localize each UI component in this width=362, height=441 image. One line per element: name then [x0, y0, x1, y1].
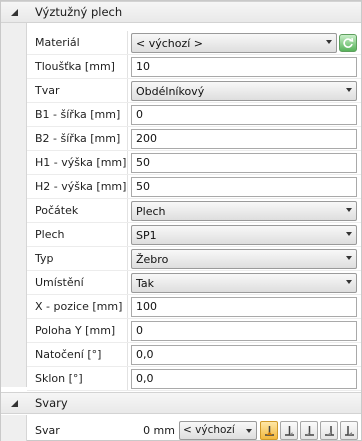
row-b2-width: B2 - šířka [mm] 200 — [27, 127, 361, 151]
row-h2-height: H2 - výška [mm] 50 — [27, 175, 361, 199]
chevron-down-icon — [246, 429, 252, 433]
row-thickness: Tloušťka [mm] 10 — [27, 55, 361, 79]
shape-dropdown[interactable]: Obdélníkový — [131, 81, 357, 101]
row-plate: Plech SP1 — [27, 223, 361, 247]
row-type: Typ Žebro — [27, 247, 361, 271]
type-dropdown[interactable]: Žebro — [131, 249, 357, 269]
field-label: Materiál — [35, 36, 80, 49]
weld-type-5-button[interactable] — [340, 421, 358, 440]
field-label: H1 - výška [mm] — [35, 156, 127, 169]
section-header-welds[interactable]: Svary — [1, 392, 361, 414]
field-label: Tvar — [35, 84, 60, 97]
weld-type-2-icon — [284, 426, 294, 436]
collapse-triangle-icon[interactable] — [1, 393, 27, 413]
chevron-down-icon — [346, 208, 352, 212]
dropdown-value: Obdélníkový — [136, 84, 205, 98]
section-header-plate[interactable]: Výztužný plech — [1, 1, 361, 23]
dropdown-value: Žebro — [136, 252, 169, 266]
x-position-input[interactable]: 100 — [131, 297, 357, 317]
weld-type-2-button[interactable] — [280, 421, 298, 440]
chevron-down-icon — [346, 88, 352, 92]
rotation-input[interactable]: 0,0 — [131, 345, 357, 365]
field-label: Sklon [°] — [35, 372, 83, 385]
dropdown-value: < výchozí > — [136, 36, 204, 50]
dropdown-value: < výchozí — [183, 424, 235, 436]
weld-type-5-icon — [344, 426, 354, 436]
properties-panel: Výztužný plech Materiál < výchozí > Tlou… — [0, 0, 362, 441]
row-h1-height: H1 - výška [mm] 50 — [27, 151, 361, 175]
y-position-input[interactable]: 0 — [131, 321, 357, 341]
weld-type-1-icon — [264, 426, 274, 436]
row-placement: Umístění Tak — [27, 271, 361, 295]
field-label: Tloušťka [mm] — [35, 60, 115, 73]
row-weld: Svar 0 mm < výchozí — [27, 419, 361, 441]
row-x-position: X - pozice [mm] 100 — [27, 295, 361, 319]
weld-type-3-icon — [304, 426, 314, 436]
field-label: Natočení [°] — [35, 348, 102, 361]
field-label: Typ — [35, 252, 54, 265]
weld-type-1-button[interactable] — [260, 421, 278, 440]
section-title: Svary — [35, 396, 68, 410]
row-rotation: Natočení [°] 0,0 — [27, 343, 361, 367]
chevron-down-icon — [346, 232, 352, 236]
field-label: Umístění — [35, 276, 84, 289]
dropdown-value: Tak — [136, 276, 155, 290]
row-shape: Tvar Obdélníkový — [27, 79, 361, 103]
section-gutter — [1, 23, 27, 387]
collapse-triangle-icon[interactable] — [1, 2, 27, 22]
field-label: H2 - výška [mm] — [35, 180, 127, 193]
row-origin: Počátek Plech — [27, 199, 361, 223]
row-slope: Sklon [°] 0,0 — [27, 367, 361, 391]
field-label: B2 - šířka [mm] — [35, 132, 121, 145]
field-label: Počátek — [35, 204, 79, 217]
field-label: Plech — [35, 228, 65, 241]
plate-dropdown[interactable]: SP1 — [131, 225, 357, 245]
row-material: Materiál < výchozí > — [27, 31, 361, 55]
weld-type-dropdown[interactable]: < výchozí — [179, 421, 257, 440]
row-y-position: Poloha Y [mm] 0 — [27, 319, 361, 343]
refresh-material-button[interactable] — [339, 34, 357, 52]
weld-size-value[interactable]: 0 mm — [117, 424, 175, 437]
dropdown-value: Plech — [136, 204, 166, 218]
weld-type-4-icon — [324, 426, 334, 436]
h1-height-input[interactable]: 50 — [131, 153, 357, 173]
material-dropdown[interactable]: < výchozí > — [131, 33, 337, 53]
section-gutter — [1, 415, 27, 441]
chevron-down-icon — [346, 280, 352, 284]
field-label: B1 - šířka [mm] — [35, 108, 121, 121]
field-label: Svar — [35, 423, 60, 437]
field-label: Poloha Y [mm] — [35, 324, 116, 337]
refresh-icon — [343, 37, 354, 48]
section-title: Výztužný plech — [35, 5, 123, 19]
row-b1-width: B1 - šířka [mm] 0 — [27, 103, 361, 127]
placement-dropdown[interactable]: Tak — [131, 273, 357, 293]
dropdown-value: SP1 — [136, 228, 157, 242]
field-label: X - pozice [mm] — [35, 300, 123, 313]
b1-width-input[interactable]: 0 — [131, 105, 357, 125]
origin-dropdown[interactable]: Plech — [131, 201, 357, 221]
slope-input[interactable]: 0,0 — [131, 369, 357, 389]
thickness-input[interactable]: 10 — [131, 57, 357, 77]
chevron-down-icon — [326, 40, 332, 44]
weld-type-4-button[interactable] — [320, 421, 338, 440]
b2-width-input[interactable]: 200 — [131, 129, 357, 149]
weld-type-3-button[interactable] — [300, 421, 318, 440]
h2-height-input[interactable]: 50 — [131, 177, 357, 197]
chevron-down-icon — [346, 256, 352, 260]
